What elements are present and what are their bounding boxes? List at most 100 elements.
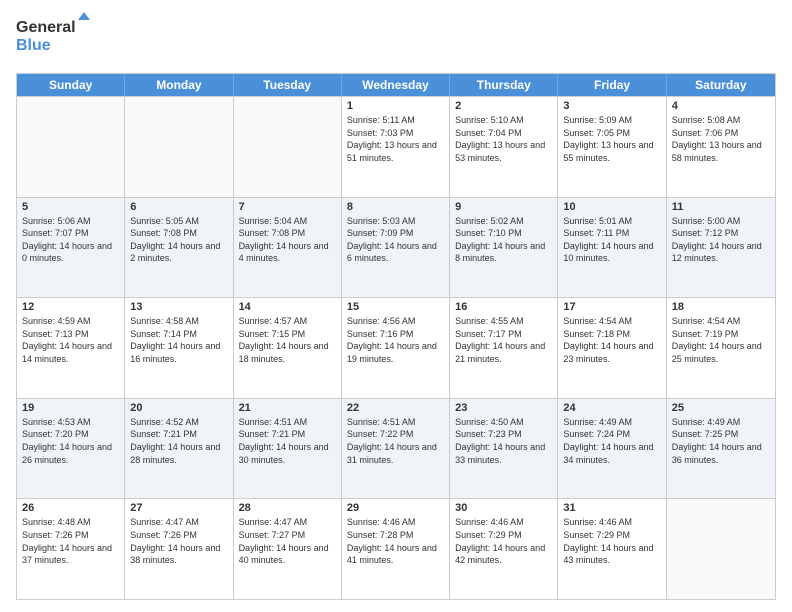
calendar-row-1: 1Sunrise: 5:11 AMSunset: 7:03 PMDaylight… bbox=[17, 96, 775, 197]
day-number: 30 bbox=[455, 502, 552, 514]
calendar-cell: 8 Sunrise: 5:03 AMSunset: 7:09 PMDaylight… bbox=[342, 198, 450, 298]
cell-info: Sunrise: 5:01 AMSunset: 7:11 PMDaylight:… bbox=[563, 215, 660, 265]
day-number: 25 bbox=[672, 402, 770, 414]
day-number: 17 bbox=[563, 301, 660, 313]
day-number: 13 bbox=[130, 301, 227, 313]
cell-info: Sunrise: 4:46 AMSunset: 7:29 PMDaylight:… bbox=[455, 516, 552, 566]
cell-info: Sunrise: 4:46 AMSunset: 7:28 PMDaylight:… bbox=[347, 516, 444, 566]
day-number: 8 bbox=[347, 201, 444, 213]
day-number: 31 bbox=[563, 502, 660, 514]
day-number: 12 bbox=[22, 301, 119, 313]
day-number: 27 bbox=[130, 502, 227, 514]
day-number: 7 bbox=[239, 201, 336, 213]
cell-info: Sunrise: 4:50 AMSunset: 7:23 PMDaylight:… bbox=[455, 416, 552, 466]
cell-info: Sunrise: 5:05 AMSunset: 7:08 PMDaylight:… bbox=[130, 215, 227, 265]
day-number: 5 bbox=[22, 201, 119, 213]
day-number: 18 bbox=[672, 301, 770, 313]
svg-text:Blue: Blue bbox=[16, 37, 51, 54]
calendar: SundayMondayTuesdayWednesdayThursdayFrid… bbox=[16, 73, 776, 600]
cell-info: Sunrise: 4:59 AMSunset: 7:13 PMDaylight:… bbox=[22, 315, 119, 365]
cell-info: Sunrise: 5:10 AMSunset: 7:04 PMDaylight:… bbox=[455, 114, 552, 164]
cell-info: Sunrise: 4:47 AMSunset: 7:26 PMDaylight:… bbox=[130, 516, 227, 566]
cell-info: Sunrise: 4:51 AMSunset: 7:22 PMDaylight:… bbox=[347, 416, 444, 466]
calendar-cell: 17 Sunrise: 4:54 AMSunset: 7:18 PMDayligh… bbox=[558, 298, 666, 398]
day-number: 21 bbox=[239, 402, 336, 414]
cell-info: Sunrise: 4:58 AMSunset: 7:14 PMDaylight:… bbox=[130, 315, 227, 365]
calendar-cell: 20 Sunrise: 4:52 AMSunset: 7:21 PMDayligh… bbox=[125, 399, 233, 499]
cell-info: Sunrise: 4:54 AMSunset: 7:19 PMDaylight:… bbox=[672, 315, 770, 365]
cell-info: Sunrise: 4:51 AMSunset: 7:21 PMDaylight:… bbox=[239, 416, 336, 466]
svg-text:General: General bbox=[16, 19, 76, 36]
day-number: 10 bbox=[563, 201, 660, 213]
calendar-row-3: 12 Sunrise: 4:59 AMSunset: 7:13 PMDayligh… bbox=[17, 297, 775, 398]
calendar-cell: 5 Sunrise: 5:06 AMSunset: 7:07 PMDaylight… bbox=[17, 198, 125, 298]
calendar-cell: 6 Sunrise: 5:05 AMSunset: 7:08 PMDaylight… bbox=[125, 198, 233, 298]
calendar-row-2: 5 Sunrise: 5:06 AMSunset: 7:07 PMDaylight… bbox=[17, 197, 775, 298]
calendar-cell: 7 Sunrise: 5:04 AMSunset: 7:08 PMDaylight… bbox=[234, 198, 342, 298]
calendar-header: SundayMondayTuesdayWednesdayThursdayFrid… bbox=[17, 74, 775, 96]
calendar-cell: 16 Sunrise: 4:55 AMSunset: 7:17 PMDayligh… bbox=[450, 298, 558, 398]
day-of-week-thursday: Thursday bbox=[450, 74, 558, 96]
cell-info: Sunrise: 4:56 AMSunset: 7:16 PMDaylight:… bbox=[347, 315, 444, 365]
cell-info: Sunrise: 5:00 AMSunset: 7:12 PMDaylight:… bbox=[672, 215, 770, 265]
calendar-cell bbox=[667, 499, 775, 599]
day-number: 15 bbox=[347, 301, 444, 313]
calendar-cell: 15 Sunrise: 4:56 AMSunset: 7:16 PMDayligh… bbox=[342, 298, 450, 398]
cell-info: Sunrise: 4:48 AMSunset: 7:26 PMDaylight:… bbox=[22, 516, 119, 566]
cell-info: Sunrise: 4:54 AMSunset: 7:18 PMDaylight:… bbox=[563, 315, 660, 365]
cell-info: Sunrise: 5:03 AMSunset: 7:09 PMDaylight:… bbox=[347, 215, 444, 265]
calendar-cell: 13 Sunrise: 4:58 AMSunset: 7:14 PMDayligh… bbox=[125, 298, 233, 398]
calendar-cell: 30 Sunrise: 4:46 AMSunset: 7:29 PMDayligh… bbox=[450, 499, 558, 599]
calendar-cell: 1Sunrise: 5:11 AMSunset: 7:03 PMDaylight… bbox=[342, 97, 450, 197]
day-number: 3 bbox=[563, 100, 660, 112]
cell-info: Sunrise: 4:52 AMSunset: 7:21 PMDaylight:… bbox=[130, 416, 227, 466]
day-of-week-saturday: Saturday bbox=[667, 74, 775, 96]
page: General Blue SundayMondayTuesdayWednesda… bbox=[0, 0, 792, 612]
cell-info: Sunrise: 4:55 AMSunset: 7:17 PMDaylight:… bbox=[455, 315, 552, 365]
calendar-cell: 21 Sunrise: 4:51 AMSunset: 7:21 PMDayligh… bbox=[234, 399, 342, 499]
cell-info: Sunrise: 5:08 AMSunset: 7:06 PMDaylight:… bbox=[672, 114, 770, 164]
day-of-week-friday: Friday bbox=[558, 74, 666, 96]
calendar-cell bbox=[17, 97, 125, 197]
calendar-cell: 11 Sunrise: 5:00 AMSunset: 7:12 PMDayligh… bbox=[667, 198, 775, 298]
logo-svg: General Blue bbox=[16, 12, 106, 60]
day-of-week-monday: Monday bbox=[125, 74, 233, 96]
day-number: 14 bbox=[239, 301, 336, 313]
day-number: 11 bbox=[672, 201, 770, 213]
cell-info: Sunrise: 5:09 AMSunset: 7:05 PMDaylight:… bbox=[563, 114, 660, 164]
calendar-cell: 23 Sunrise: 4:50 AMSunset: 7:23 PMDayligh… bbox=[450, 399, 558, 499]
day-number: 22 bbox=[347, 402, 444, 414]
day-number: 28 bbox=[239, 502, 336, 514]
day-number: 2 bbox=[455, 100, 552, 112]
calendar-cell: 31 Sunrise: 4:46 AMSunset: 7:29 PMDayligh… bbox=[558, 499, 666, 599]
calendar-cell: 9 Sunrise: 5:02 AMSunset: 7:10 PMDaylight… bbox=[450, 198, 558, 298]
cell-info: Sunrise: 5:04 AMSunset: 7:08 PMDaylight:… bbox=[239, 215, 336, 265]
day-number: 19 bbox=[22, 402, 119, 414]
calendar-cell: 2 Sunrise: 5:10 AMSunset: 7:04 PMDaylight… bbox=[450, 97, 558, 197]
day-number: 4 bbox=[672, 100, 770, 112]
calendar-cell: 24Sunrise: 4:49 AMSunset: 7:24 PMDayligh… bbox=[558, 399, 666, 499]
cell-info: Sunrise: 4:46 AMSunset: 7:29 PMDaylight:… bbox=[563, 516, 660, 566]
cell-info: Sunrise: 4:57 AMSunset: 7:15 PMDaylight:… bbox=[239, 315, 336, 365]
day-number: 16 bbox=[455, 301, 552, 313]
logo: General Blue bbox=[16, 12, 96, 65]
day-number: 9 bbox=[455, 201, 552, 213]
header: General Blue bbox=[16, 12, 776, 65]
calendar-cell: 28Sunrise: 4:47 AMSunset: 7:27 PMDayligh… bbox=[234, 499, 342, 599]
cell-info: Sunrise: 5:06 AMSunset: 7:07 PMDaylight:… bbox=[22, 215, 119, 265]
calendar-cell: 18 Sunrise: 4:54 AMSunset: 7:19 PMDayligh… bbox=[667, 298, 775, 398]
cell-info: Sunrise: 4:49 AMSunset: 7:25 PMDaylight:… bbox=[672, 416, 770, 466]
calendar-cell: 27 Sunrise: 4:47 AMSunset: 7:26 PMDayligh… bbox=[125, 499, 233, 599]
cell-info: Sunrise: 5:02 AMSunset: 7:10 PMDaylight:… bbox=[455, 215, 552, 265]
day-number: 6 bbox=[130, 201, 227, 213]
calendar-row-4: 19 Sunrise: 4:53 AMSunset: 7:20 PMDayligh… bbox=[17, 398, 775, 499]
day-of-week-wednesday: Wednesday bbox=[342, 74, 450, 96]
calendar-cell: 4 Sunrise: 5:08 AMSunset: 7:06 PMDaylight… bbox=[667, 97, 775, 197]
calendar-cell bbox=[234, 97, 342, 197]
calendar-cell: 3 Sunrise: 5:09 AMSunset: 7:05 PMDaylight… bbox=[558, 97, 666, 197]
calendar-cell: 19 Sunrise: 4:53 AMSunset: 7:20 PMDayligh… bbox=[17, 399, 125, 499]
cell-info: Sunrise: 4:53 AMSunset: 7:20 PMDaylight:… bbox=[22, 416, 119, 466]
day-number: 24 bbox=[563, 402, 660, 414]
day-number: 20 bbox=[130, 402, 227, 414]
day-number: 23 bbox=[455, 402, 552, 414]
